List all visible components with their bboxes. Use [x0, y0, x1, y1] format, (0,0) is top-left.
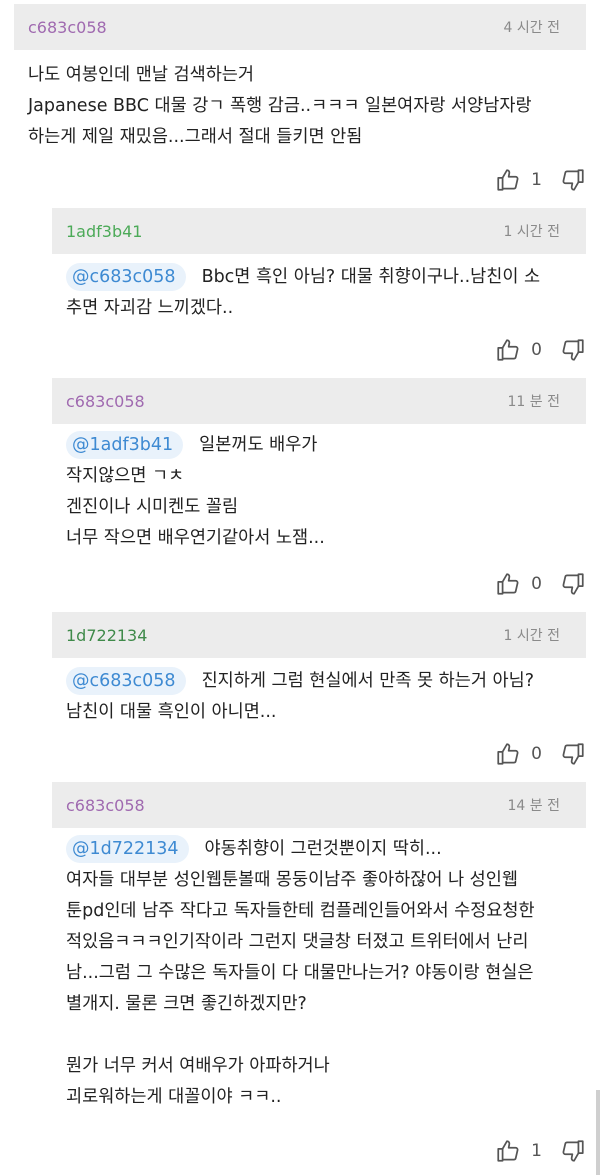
- comment-body: @1d722134 야동취향이 그런것뿐이지 딱히... 여자들 대부분 성인웹툰…: [66, 834, 572, 1113]
- like-count: 0: [531, 340, 542, 360]
- comment-line: 일본꺼도 배우가: [199, 435, 318, 455]
- comment-line: 적있음ㅋㅋㅋ인기작이라 그런지 댓글창 터졌고 트위터에서 난리: [66, 932, 529, 952]
- comment-actions: 1: [495, 166, 586, 194]
- comment-line: 나도 여봉인데 맨날 검색하는거: [28, 65, 254, 85]
- comment-time: 4 시간 전: [503, 20, 560, 36]
- comment-time: 1 시간 전: [503, 628, 560, 644]
- comment-line: 여자들 대부분 성인웹툰볼때 몽둥이남주 좋아하잖어 나 성인웹: [66, 870, 518, 890]
- comment-header: 1d722134 1 시간 전: [52, 612, 586, 658]
- comment-header: c683c058 11 분 전: [52, 378, 586, 424]
- like-count: 1: [531, 170, 542, 190]
- comment-author[interactable]: c683c058: [28, 18, 107, 37]
- comment-time: 11 분 전: [507, 394, 560, 410]
- mention-tag[interactable]: @1d722134: [66, 835, 189, 863]
- comment-author[interactable]: c683c058: [66, 392, 145, 411]
- comment-line: 진지하게 그럼 현실에서 만족 못 하는거 아님?: [201, 671, 535, 691]
- mention-tag[interactable]: @c683c058: [66, 263, 186, 291]
- like-icon[interactable]: [495, 167, 521, 193]
- comment-header: c683c058 14 분 전: [52, 782, 586, 828]
- like-count: 0: [531, 574, 542, 594]
- comment-line: 야동취향이 그런것뿐이지 딱히...: [204, 839, 442, 859]
- dislike-icon[interactable]: [560, 741, 586, 767]
- comment-header: 1adf3b41 1 시간 전: [52, 208, 586, 254]
- like-icon[interactable]: [495, 337, 521, 363]
- mention-tag[interactable]: @1adf3b41: [66, 431, 184, 459]
- comment-line-first: @1adf3b41 일본꺼도 배우가: [66, 430, 572, 461]
- dislike-icon[interactable]: [560, 1138, 586, 1164]
- like-icon[interactable]: [495, 571, 521, 597]
- comment-actions: 0: [495, 570, 586, 598]
- like-icon[interactable]: [495, 741, 521, 767]
- comment-line: 별개지. 물론 크면 좋긴하겠지만?: [66, 994, 307, 1014]
- comment-1: c683c058 4 시간 전 나도 여봉인데 맨날 검색하는거 Japanes…: [14, 4, 586, 210]
- like-icon[interactable]: [495, 1138, 521, 1164]
- comment-author[interactable]: 1d722134: [66, 626, 147, 645]
- comment-line: 남...그럼 그 수많은 독자들이 다 대물만나는거? 야동이랑 현실은: [66, 963, 534, 983]
- comment-line: 작지않으면 ㄱㅊ: [66, 466, 185, 486]
- comment-line: Bbc면 흑인 아님? 대물 취향이구나..남친이 소: [201, 267, 541, 287]
- comment-time: 1 시간 전: [503, 224, 560, 240]
- comment-body: 나도 여봉인데 맨날 검색하는거 Japanese BBC 대물 강ㄱ 폭행 감…: [28, 60, 572, 153]
- comment-line: 남친이 대물 흑인이 아니면...: [66, 702, 277, 722]
- dislike-icon[interactable]: [560, 571, 586, 597]
- comment-line: Japanese BBC 대물 강ㄱ 폭행 감금..ㅋㅋㅋ 일본여자랑 서양남자…: [28, 96, 532, 116]
- reply-2: c683c058 11 분 전 @1adf3b41 일본꺼도 배우가 작지않으면 …: [52, 378, 586, 608]
- reply-3: 1d722134 1 시간 전 @c683c058 진지하게 그럼 현실에서 만족…: [52, 612, 586, 778]
- comment-header: c683c058 4 시간 전: [14, 4, 586, 50]
- dislike-icon[interactable]: [560, 167, 586, 193]
- comment-time: 14 분 전: [507, 798, 560, 814]
- scrollbar[interactable]: [596, 1090, 600, 1175]
- comment-body: @c683c058 진지하게 그럼 현실에서 만족 못 하는거 아님? 남친이 대…: [66, 666, 572, 728]
- like-count: 1: [531, 1141, 542, 1161]
- comment-line-first: @1d722134 야동취향이 그런것뿐이지 딱히...: [66, 834, 572, 865]
- comment-line: 너무 작으면 배우연기같아서 노잼...: [66, 528, 325, 548]
- reply-4: c683c058 14 분 전 @1d722134 야동취향이 그런것뿐이지 딱히…: [52, 782, 586, 1175]
- comment-line: 하는게 제일 재밌음...그래서 절대 들키면 안됨: [28, 127, 363, 147]
- comment-body: @c683c058 Bbc면 흑인 아님? 대물 취향이구나..남친이 소 추면 …: [66, 262, 572, 324]
- comment-line-first: @c683c058 진지하게 그럼 현실에서 만족 못 하는거 아님?: [66, 666, 572, 697]
- mention-tag[interactable]: @c683c058: [66, 667, 186, 695]
- dislike-icon[interactable]: [560, 337, 586, 363]
- comment-author[interactable]: 1adf3b41: [66, 222, 142, 241]
- comment-line: 괴로워하는게 대꼴이야 ㅋㅋ..: [66, 1087, 282, 1107]
- comment-line: 겐진이나 시미켄도 꼴림: [66, 497, 239, 517]
- comment-actions: 1: [495, 1137, 586, 1165]
- comment-line: 뭔가 너무 커서 여배우가 아파하거나: [66, 1056, 330, 1076]
- comment-actions: 0: [495, 336, 586, 364]
- reply-1: 1adf3b41 1 시간 전 @c683c058 Bbc면 흑인 아님? 대물 …: [52, 208, 586, 374]
- like-count: 0: [531, 744, 542, 764]
- comment-author[interactable]: c683c058: [66, 796, 145, 815]
- comment-blank-line: [66, 1020, 572, 1051]
- comment-actions: 0: [495, 740, 586, 768]
- comment-line: 추면 자괴감 느끼겠다..: [66, 298, 234, 318]
- comment-line: 툰pd인데 남주 작다고 독자들한테 컴플레인들어와서 수정요청한: [66, 901, 535, 921]
- comment-body: @1adf3b41 일본꺼도 배우가 작지않으면 ㄱㅊ 겐진이나 시미켄도 꼴림 …: [66, 430, 572, 554]
- comment-line-first: @c683c058 Bbc면 흑인 아님? 대물 취향이구나..남친이 소: [66, 262, 572, 293]
